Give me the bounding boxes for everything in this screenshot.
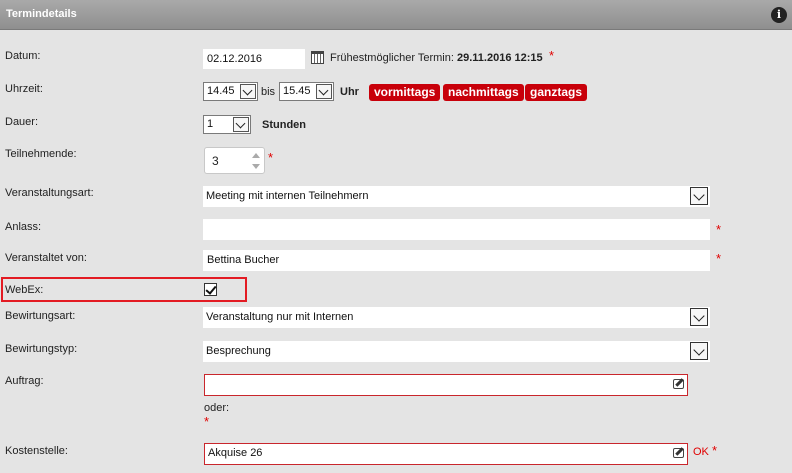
kostenstelle-status: OK: [693, 446, 709, 458]
veranstaltungsart-select[interactable]: Meeting mit internen Teilnehmern: [203, 186, 710, 207]
time-to-select[interactable]: 15.45: [279, 82, 334, 101]
webex-checkbox[interactable]: [204, 283, 217, 296]
datum-input[interactable]: 02.12.2016: [203, 49, 305, 69]
anlass-input[interactable]: [203, 219, 710, 240]
veranstaltet-von-label: Veranstaltet von:: [5, 252, 87, 264]
teilnehmende-value: 3: [212, 154, 219, 168]
bewirtungstyp-select[interactable]: Besprechung: [203, 341, 710, 362]
required-marker: *: [549, 48, 555, 63]
edit-icon[interactable]: [673, 448, 684, 458]
bewirtungsart-label: Bewirtungsart:: [5, 310, 76, 322]
chevron-down-icon: [316, 84, 332, 99]
bewirtungstyp-label: Bewirtungstyp:: [5, 343, 78, 355]
dauer-value: 1: [207, 118, 214, 130]
uhrzeit-label: Uhrzeit:: [5, 83, 43, 95]
required-marker: *: [716, 251, 722, 266]
chevron-down-icon: [233, 117, 249, 132]
time-from-value: 14.45: [207, 85, 235, 97]
nachmittags-button[interactable]: nachmittags: [443, 84, 524, 101]
ganztags-button[interactable]: ganztags: [525, 84, 588, 101]
kostenstelle-value: Akquise 26: [208, 447, 263, 459]
decrement-icon[interactable]: [251, 161, 262, 172]
datum-label: Datum:: [5, 50, 41, 62]
section-title: Termindetails: [6, 8, 77, 20]
earliest-date-value: 29.11.2016 12:15: [457, 52, 543, 64]
required-marker: *: [204, 414, 210, 429]
bis-label: bis: [261, 86, 276, 98]
kostenstelle-input[interactable]: Akquise 26: [204, 443, 688, 465]
webex-label: WebEx:: [5, 284, 44, 296]
bewirtungsart-value: Veranstaltung nur mit Internen: [206, 311, 354, 323]
vormittags-button[interactable]: vormittags: [369, 84, 441, 101]
chevron-down-icon: [690, 308, 708, 326]
required-marker: *: [268, 150, 274, 165]
dauer-select[interactable]: 1: [203, 115, 251, 134]
chevron-down-icon: [240, 84, 256, 99]
chevron-down-icon: [690, 187, 708, 205]
anlass-label: Anlass:: [5, 221, 42, 233]
bewirtungstyp-value: Besprechung: [206, 345, 271, 357]
calendar-icon[interactable]: [311, 51, 324, 64]
required-marker: *: [712, 443, 718, 458]
teilnehmende-label: Teilnehmende:: [5, 148, 77, 160]
stunden-label: Stunden: [262, 119, 306, 131]
info-icon[interactable]: i: [771, 7, 787, 23]
uhr-label: Uhr: [340, 86, 359, 98]
edit-icon[interactable]: [673, 379, 684, 389]
bewirtungsart-select[interactable]: Veranstaltung nur mit Internen: [203, 307, 710, 328]
veranstaltungsart-value: Meeting mit internen Teilnehmern: [206, 190, 369, 202]
time-from-select[interactable]: 14.45: [203, 82, 258, 101]
oder-label: oder:: [204, 402, 230, 414]
earliest-date-label: Frühestmöglicher Termin:: [330, 52, 454, 64]
section-header: Termindetails i: [0, 0, 792, 30]
required-marker: *: [716, 222, 722, 237]
auftrag-label: Auftrag:: [5, 375, 44, 387]
kostenstelle-label: Kostenstelle:: [5, 445, 68, 457]
increment-icon[interactable]: [251, 150, 262, 161]
chevron-down-icon: [690, 342, 708, 360]
veranstaltet-von-input[interactable]: Bettina Bucher: [203, 250, 710, 271]
auftrag-input[interactable]: [204, 374, 688, 396]
teilnehmende-stepper[interactable]: 3: [204, 147, 265, 174]
dauer-label: Dauer:: [5, 116, 39, 128]
time-to-value: 15.45: [283, 85, 311, 97]
veranstaltungsart-label: Veranstaltungsart:: [5, 187, 94, 199]
